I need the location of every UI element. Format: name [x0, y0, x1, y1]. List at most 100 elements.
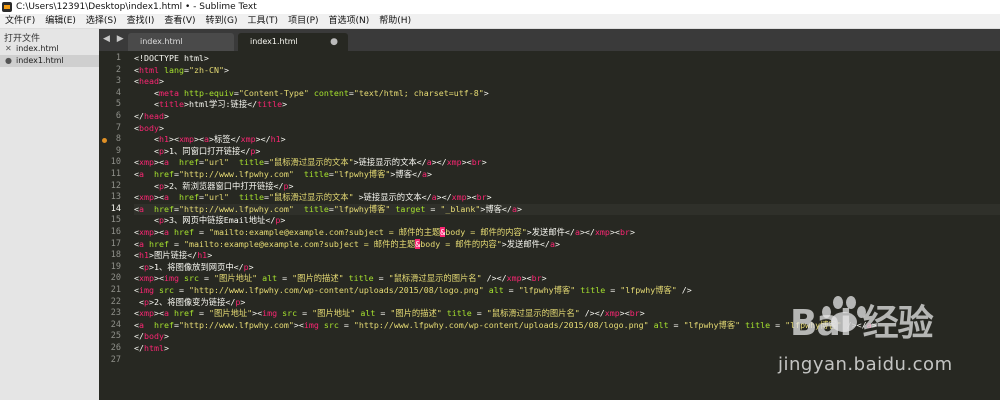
- code-token: "图片地址": [312, 308, 356, 319]
- menu-find[interactable]: 查找(I): [122, 14, 160, 28]
- code-line[interactable]: </head>: [134, 111, 169, 123]
- code-token: >: [163, 343, 169, 353]
- tab-index-html[interactable]: index.html: [128, 33, 234, 51]
- code-token: "http://www.lfpwhy.com/wp-content/upload…: [188, 285, 484, 295]
- code-token: xmp: [139, 192, 154, 203]
- code-token: >: [255, 145, 261, 156]
- code-token: "http://www.lfpwhy.com": [178, 169, 294, 179]
- code-token: img: [262, 308, 278, 319]
- code-token: head: [144, 111, 164, 121]
- code-token: ><: [461, 157, 472, 168]
- code-token: ></: [579, 227, 595, 237]
- menu-file[interactable]: 文件(F): [0, 14, 40, 28]
- code-token: >: [158, 76, 164, 87]
- code-line[interactable]: <p>3、网页中链接Email地址</p>: [134, 215, 285, 227]
- code-token: >发送邮件</: [501, 238, 550, 249]
- menu-view[interactable]: 查看(V): [159, 14, 200, 28]
- code-line[interactable]: <xmp><a href = "图片地址"><img src = "图片地址" …: [134, 308, 645, 320]
- code-token: "http://www.lfpwhy.com": [178, 319, 294, 330]
- watermark-logo-text: Bai 经验: [790, 303, 934, 344]
- code-token: src: [179, 273, 199, 284]
- tab-bar: ◀ ▶ index.html index1.html ●: [99, 29, 1000, 51]
- code-token: "mailto:example@example.com?subject = 邮件…: [208, 227, 441, 237]
- code-token: >: [158, 122, 164, 133]
- code-line[interactable]: <html lang="zh-CN">: [134, 65, 229, 77]
- sidebar-file-index1[interactable]: ● index1.html: [0, 55, 99, 67]
- code-token: </: [134, 343, 144, 353]
- code-token: title: [293, 169, 329, 179]
- code-line[interactable]: <xmp><a href="url" title="鼠标滑过显示的文本">链接显…: [134, 157, 487, 169]
- code-token: href: [169, 308, 194, 319]
- code-token: "http://www.lfpwhy.com/wp-content/upload…: [353, 319, 649, 330]
- code-token: "lfpwhy博客": [683, 319, 741, 330]
- code-token: ><: [154, 308, 164, 319]
- code-line[interactable]: </html>: [134, 343, 169, 355]
- code-token: href: [169, 192, 199, 203]
- code-token: br: [531, 273, 542, 284]
- code-line[interactable]: <a href="http://www.lfpwhy.com" title="l…: [134, 203, 1000, 216]
- line-number-gutter: 1 2 3 4 5 6 7 8 9 10 11 12 13 14 15 16 17 18 19 20 21 22 23 24 2…: [99, 51, 125, 400]
- code-token: =: [668, 319, 684, 330]
- code-line[interactable]: <xmp><a href="url" title="鼠标滑过显示的文本" >链接…: [134, 192, 492, 204]
- code-token: >: [481, 157, 487, 168]
- line-number: 3: [115, 76, 121, 87]
- code-token: "lfpwhy博客": [333, 169, 391, 179]
- code-line[interactable]: <head>: [134, 76, 164, 88]
- code-line[interactable]: <p>2、新浏览器窗口中打开链接</p>: [134, 181, 294, 193]
- code-token: >标签</: [208, 134, 241, 145]
- code-token: "鼠标滑过显示的文本": [268, 157, 354, 168]
- menu-help[interactable]: 帮助(H): [374, 14, 416, 28]
- code-line[interactable]: </body>: [134, 331, 169, 343]
- code-line[interactable]: <a href="http://www.lfpwhy.com"><img src…: [134, 320, 877, 332]
- code-token: >: [427, 169, 432, 179]
- menu-tools[interactable]: 工具(T): [243, 14, 284, 28]
- line-number: 7: [115, 122, 121, 133]
- code-line[interactable]: <a href="http://www.lfpwhy.com" title="l…: [134, 169, 432, 181]
- code-token: h1: [158, 134, 169, 145]
- code-token: href: [169, 227, 194, 237]
- code-line[interactable]: <xmp><a href = "mailto:example@example.c…: [134, 227, 635, 239]
- code-line[interactable]: <h1><xmp><a>标签</xmp></h1>: [134, 134, 286, 146]
- close-icon[interactable]: ✕: [5, 43, 12, 55]
- tab-index1-html[interactable]: index1.html ●: [238, 33, 348, 51]
- line-number: 22: [110, 296, 121, 307]
- code-line[interactable]: <xmp><img src = "图片地址" alt = "图片的描述" tit…: [134, 273, 547, 285]
- tab-nav-arrows-icon[interactable]: ◀ ▶: [103, 34, 126, 44]
- code-token: >1、将图像放到网页中</: [149, 261, 244, 272]
- modified-dot-icon[interactable]: ●: [5, 55, 12, 67]
- code-token: ><: [193, 134, 204, 145]
- sidebar-file-index[interactable]: ✕ index.html: [0, 43, 99, 55]
- code-line[interactable]: <body>: [134, 123, 164, 135]
- code-line[interactable]: <a href = "mailto:example@example.com?su…: [134, 238, 560, 251]
- code-token: >: [248, 261, 254, 272]
- code-line[interactable]: <title>html学习:链接</title>: [134, 99, 287, 111]
- menu-project[interactable]: 项目(P): [283, 14, 323, 28]
- line-number: 13: [110, 192, 121, 203]
- code-line[interactable]: <img src = "http://www.lfpwhy.com/wp-con…: [134, 285, 692, 297]
- sidebar-file-label: index.html: [16, 44, 59, 53]
- code-token: =: [198, 273, 214, 284]
- code-token: xmp: [451, 192, 467, 203]
- code-line[interactable]: <!DOCTYPE html>: [134, 53, 209, 65]
- code-token: >: [629, 227, 635, 237]
- code-line[interactable]: <p>1、同窗口打开链接</p>: [134, 146, 260, 158]
- code-token: <: [134, 99, 159, 110]
- code-line[interactable]: <p>1、将图像放到网页中</p>: [134, 262, 254, 274]
- code-token: >: [554, 238, 560, 249]
- code-token: content: [308, 87, 349, 98]
- code-line[interactable]: <p>2、将图像变为链接</p>: [134, 297, 245, 309]
- menu-selection[interactable]: 选择(S): [81, 14, 122, 28]
- menu-preferences[interactable]: 首选项(N): [324, 14, 375, 28]
- modified-dot-icon[interactable]: ●: [330, 33, 338, 51]
- code-token: <: [134, 215, 159, 226]
- line-number: 14: [110, 203, 121, 214]
- code-line[interactable]: <h1>图片链接</h1>: [134, 250, 212, 262]
- code-token: href: [169, 157, 199, 168]
- code-token: title: [257, 99, 283, 110]
- menu-edit[interactable]: 编辑(E): [40, 14, 81, 28]
- code-token: "Content-Type": [238, 87, 309, 98]
- code-token: href: [144, 169, 174, 179]
- code-line[interactable]: <meta http-equiv="Content-Type" content=…: [134, 88, 489, 100]
- menu-goto[interactable]: 转到(G): [201, 14, 243, 28]
- code-token: head: [139, 76, 159, 87]
